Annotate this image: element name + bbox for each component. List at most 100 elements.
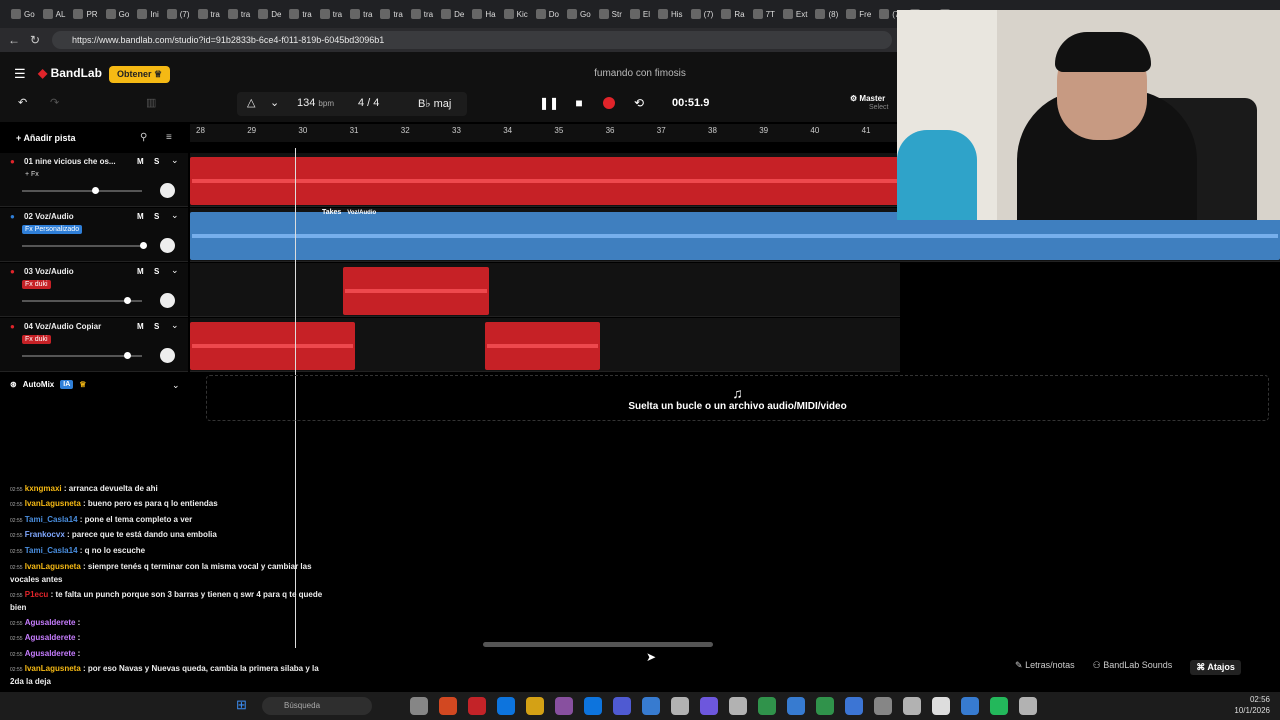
track-fx-badge[interactable]: Fx Personalizado bbox=[22, 225, 83, 234]
taskbar-app-icon[interactable] bbox=[961, 697, 979, 715]
mute-button[interactable]: M bbox=[137, 267, 144, 276]
audio-clip[interactable] bbox=[485, 322, 600, 370]
track-lane[interactable] bbox=[190, 318, 900, 372]
reload-icon[interactable]: ↻ bbox=[30, 33, 40, 47]
timeline-ruler[interactable]: 28 29 30 31 32 33 34 35 36 37 38 39 40 41 bbox=[190, 124, 900, 142]
taskbar-app-icon[interactable] bbox=[555, 697, 573, 715]
browser-tab[interactable]: (8) bbox=[812, 3, 841, 25]
volume-slider-handle[interactable] bbox=[92, 187, 99, 194]
browser-tab[interactable]: Go bbox=[564, 3, 594, 25]
solo-button[interactable]: S bbox=[154, 212, 159, 221]
mute-button[interactable]: M bbox=[137, 157, 144, 166]
volume-slider[interactable] bbox=[22, 190, 142, 192]
track-name[interactable]: 02 Voz/Audio bbox=[24, 212, 124, 221]
track-name[interactable]: 04 Voz/Audio Copiar bbox=[24, 322, 124, 331]
taskbar-app-icon[interactable] bbox=[932, 697, 950, 715]
taskbar-app-icon[interactable] bbox=[874, 697, 892, 715]
chevron-down-icon[interactable]: ⌄ bbox=[171, 210, 179, 221]
windows-start-icon[interactable]: ⊞ bbox=[236, 697, 247, 713]
browser-tab[interactable]: Do bbox=[533, 3, 562, 25]
pan-knob[interactable] bbox=[160, 183, 175, 198]
taskbar-app-icon[interactable] bbox=[584, 697, 602, 715]
mic-icon[interactable]: ● bbox=[10, 212, 15, 221]
wand-icon[interactable]: ⚲ bbox=[140, 132, 147, 143]
browser-tab[interactable]: His bbox=[655, 3, 686, 25]
track-fx-badge[interactable]: Fx duki bbox=[22, 335, 51, 344]
track-header[interactable]: ● 04 Voz/Audio Copiar M S ⌄ Fx duki bbox=[0, 318, 188, 372]
track-header[interactable]: ● 02 Voz/Audio M S ⌄ Fx Personalizado bbox=[0, 208, 188, 262]
volume-slider-handle[interactable] bbox=[124, 352, 131, 359]
audio-clip[interactable] bbox=[190, 322, 355, 370]
browser-tab[interactable]: Kic bbox=[501, 3, 531, 25]
browser-tab[interactable]: Go bbox=[8, 3, 38, 25]
tempo-value[interactable]: 134 bpm bbox=[297, 97, 334, 109]
solo-button[interactable]: S bbox=[154, 157, 159, 166]
grid-icon[interactable]: ▥ bbox=[146, 96, 156, 109]
mic-icon[interactable]: ● bbox=[10, 157, 15, 166]
browser-tab[interactable]: (7) bbox=[688, 3, 717, 25]
audio-clip[interactable] bbox=[343, 267, 489, 315]
audio-clip[interactable] bbox=[190, 157, 900, 205]
taskbar-app-icon[interactable] bbox=[787, 697, 805, 715]
horizontal-scrollbar[interactable] bbox=[483, 642, 713, 647]
sliders-icon[interactable]: ≡ bbox=[166, 132, 172, 143]
takes-label[interactable]: Takes Voz/Audio bbox=[322, 209, 376, 216]
taskbar-app-icon[interactable] bbox=[439, 697, 457, 715]
record-button[interactable] bbox=[598, 92, 620, 114]
bottom-tool-button[interactable]: ⚇ BandLab Sounds bbox=[1093, 660, 1173, 675]
browser-tab[interactable]: AL bbox=[40, 3, 69, 25]
taskbar-app-icon[interactable] bbox=[816, 697, 834, 715]
volume-slider-handle[interactable] bbox=[140, 242, 147, 249]
time-signature[interactable]: 4 / 4 bbox=[358, 97, 379, 109]
chevron-down-icon[interactable]: ⌄ bbox=[171, 265, 179, 276]
undo-icon[interactable]: ↶ bbox=[18, 96, 27, 109]
volume-slider[interactable] bbox=[22, 245, 142, 247]
browser-tab[interactable]: tra bbox=[286, 3, 314, 25]
add-track-button[interactable]: + Añadir pista bbox=[16, 133, 75, 143]
pan-knob[interactable] bbox=[160, 293, 175, 308]
browser-tab[interactable]: tra bbox=[317, 3, 345, 25]
browser-tab[interactable]: tra bbox=[347, 3, 375, 25]
obtener-button[interactable]: Obtener ♕ bbox=[109, 66, 171, 83]
browser-tab[interactable]: Str bbox=[596, 3, 625, 25]
taskbar-app-icon[interactable] bbox=[990, 697, 1008, 715]
taskbar-app-icon[interactable] bbox=[1019, 697, 1037, 715]
browser-tab[interactable]: Ra bbox=[718, 3, 747, 25]
browser-tab[interactable]: De bbox=[255, 3, 284, 25]
track-name[interactable]: 03 Voz/Audio bbox=[24, 267, 124, 276]
taskbar-app-icon[interactable] bbox=[468, 697, 486, 715]
redo-icon[interactable]: ↷ bbox=[50, 96, 59, 109]
taskbar-app-icon[interactable] bbox=[729, 697, 747, 715]
taskbar-app-icon[interactable] bbox=[497, 697, 515, 715]
taskbar-app-icon[interactable] bbox=[903, 697, 921, 715]
browser-tab[interactable]: De bbox=[438, 3, 467, 25]
track-header[interactable]: ● 03 Voz/Audio M S ⌄ Fx duki bbox=[0, 263, 188, 317]
browser-tab[interactable]: tra bbox=[377, 3, 405, 25]
chevron-down-icon[interactable]: ⌄ bbox=[171, 320, 179, 331]
track-fx-badge[interactable]: Fx duki bbox=[22, 280, 51, 289]
taskbar-app-icon[interactable] bbox=[410, 697, 428, 715]
taskbar-app-icon[interactable] bbox=[700, 697, 718, 715]
chevron-down-icon[interactable]: ⌄ bbox=[171, 155, 179, 166]
taskbar-app-icon[interactable] bbox=[642, 697, 660, 715]
browser-tab[interactable]: PR bbox=[70, 3, 100, 25]
master-label[interactable]: ⚙ Master bbox=[850, 94, 885, 103]
stop-icon[interactable]: ■ bbox=[568, 92, 590, 114]
browser-tab[interactable]: Ext bbox=[780, 3, 811, 25]
taskbar-app-icon[interactable] bbox=[526, 697, 544, 715]
track-fx-badge[interactable]: + Fx bbox=[22, 170, 42, 179]
bottom-tool-button[interactable]: ✎ Letras/notas bbox=[1015, 660, 1075, 675]
browser-tab[interactable]: tra bbox=[408, 3, 436, 25]
solo-button[interactable]: S bbox=[154, 267, 159, 276]
taskbar-app-icon[interactable] bbox=[671, 697, 689, 715]
automix-row[interactable]: ⊛ AutoMix IA ♕ bbox=[10, 380, 86, 389]
pan-knob[interactable] bbox=[160, 348, 175, 363]
menu-icon[interactable]: ☰ bbox=[14, 66, 26, 82]
taskbar-app-icon[interactable] bbox=[613, 697, 631, 715]
browser-tab[interactable]: tra bbox=[195, 3, 223, 25]
drop-zone[interactable]: ♫ Suelta un bucle o un archivo audio/MID… bbox=[206, 375, 1269, 421]
browser-tab[interactable]: El bbox=[627, 3, 653, 25]
browser-tab[interactable]: Ha bbox=[469, 3, 498, 25]
browser-tab[interactable]: Ini bbox=[134, 3, 161, 25]
taskbar-search[interactable]: Búsqueda bbox=[262, 697, 372, 715]
